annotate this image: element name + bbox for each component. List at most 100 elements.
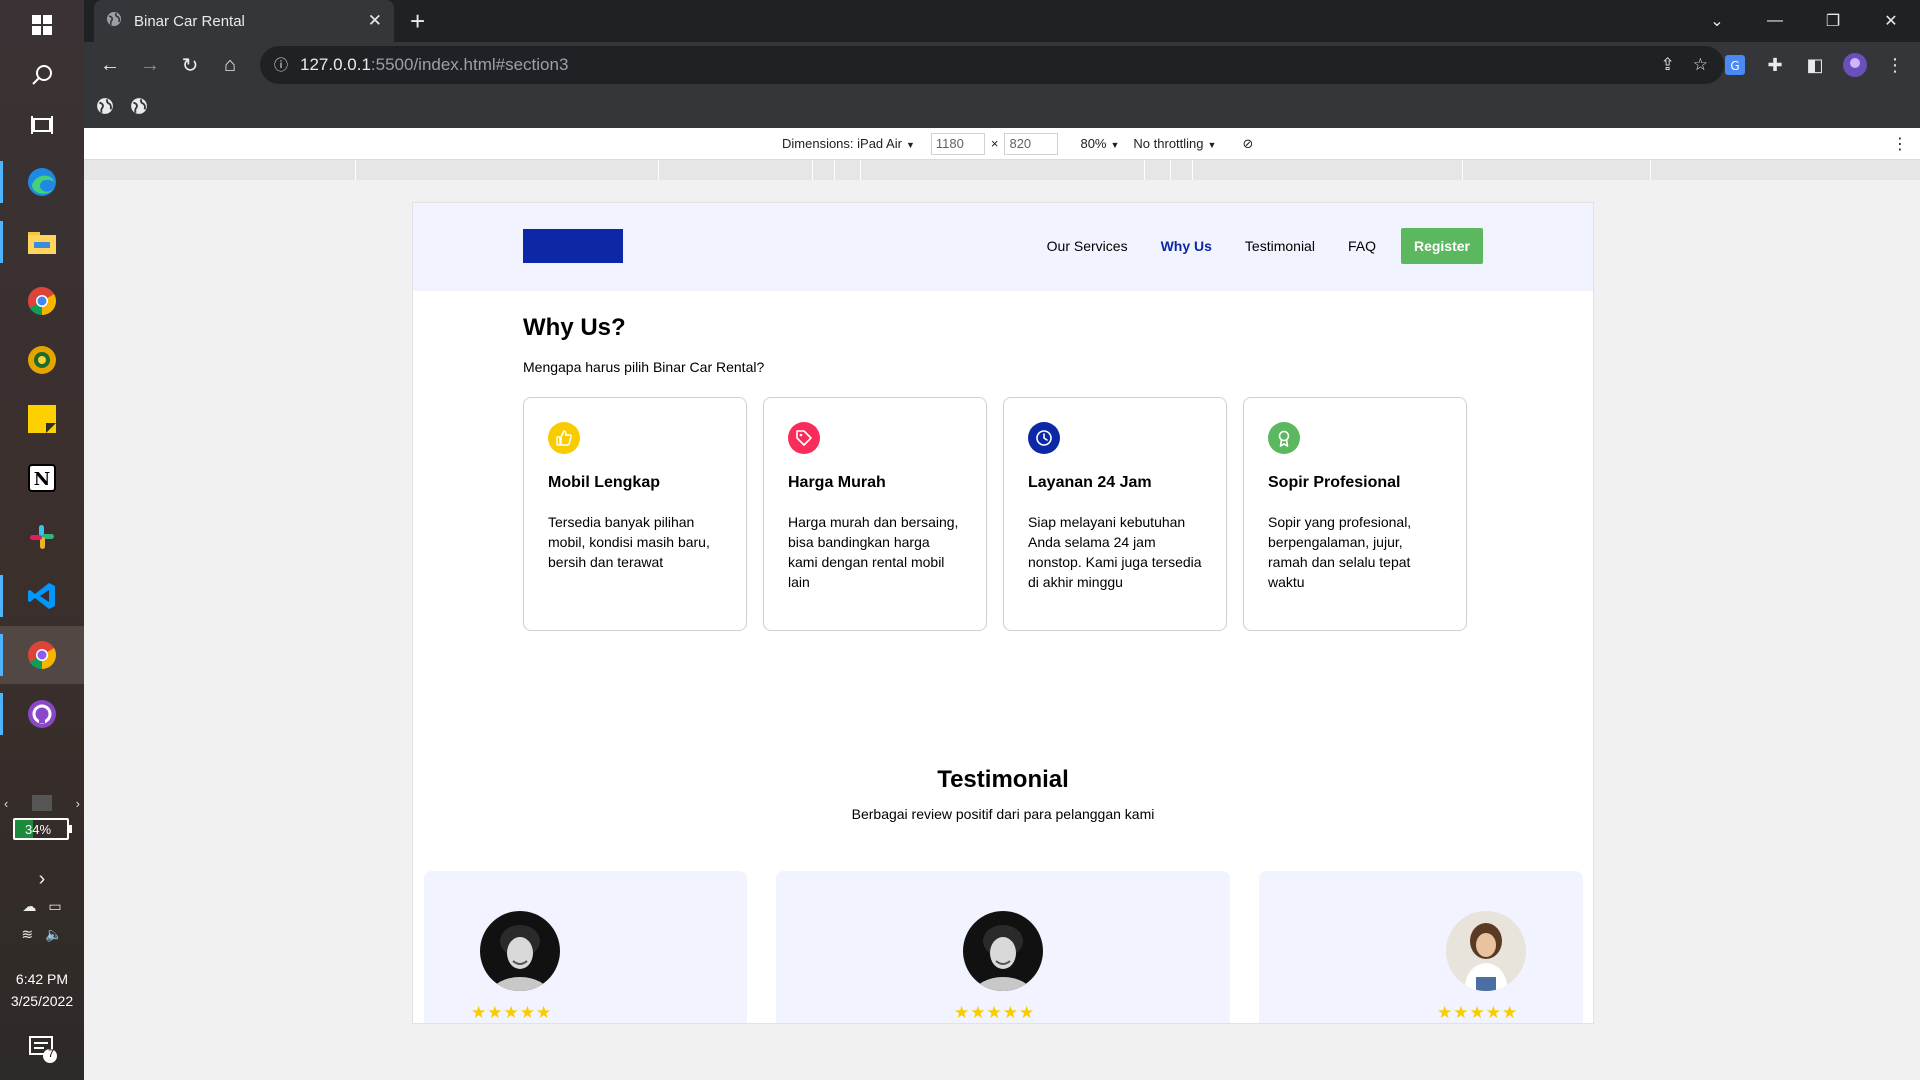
- register-button[interactable]: Register: [1400, 228, 1483, 264]
- testimonial-card: ★★★★★: [1259, 871, 1583, 1023]
- card-title: Mobil Lengkap: [548, 474, 660, 491]
- chrome-active-icon[interactable]: [0, 626, 84, 684]
- task-view-icon[interactable]: [0, 96, 84, 154]
- home-button[interactable]: ⌂: [210, 45, 250, 85]
- sticky-notes-icon[interactable]: [0, 390, 84, 448]
- share-icon[interactable]: ⇪: [1661, 55, 1675, 75]
- site-logo[interactable]: [523, 229, 623, 263]
- tab-title: Binar Car Rental: [134, 12, 245, 30]
- bookmark-star-icon[interactable]: ☆: [1693, 55, 1708, 75]
- card-text: Sopir yang profesional, berpengalaman, j…: [1268, 514, 1412, 590]
- nav-faq[interactable]: FAQ: [1348, 238, 1376, 254]
- tray-row-2: ≋ 🔈: [0, 926, 84, 943]
- scroll-thumb[interactable]: [32, 795, 52, 811]
- toolbar-extensions: G ✚ ◧ ⋮: [1720, 45, 1910, 85]
- dimension-separator: ×: [990, 136, 999, 151]
- device-dimensions-select[interactable]: Dimensions: iPad Air ▼: [782, 136, 915, 151]
- onedrive-icon[interactable]: ☁: [22, 898, 36, 915]
- battery-indicator[interactable]: 34%: [13, 818, 72, 840]
- card-text: Harga murah dan bersaing, bisa bandingka…: [788, 514, 959, 590]
- tab-close-icon[interactable]: ✕: [368, 11, 382, 31]
- card-text: Siap melayani kebutuhan Anda selama 24 j…: [1028, 514, 1202, 590]
- testimonial-card: ★★★★★: [776, 871, 1230, 1023]
- zoom-select[interactable]: 80% ▼: [1080, 136, 1119, 151]
- url-host: 127.0.0.1: [300, 55, 371, 74]
- avatar: [1446, 911, 1526, 991]
- site-nav: Our Services Why Us Testimonial FAQ Regi…: [1047, 228, 1483, 264]
- clock-icon: [1028, 422, 1060, 454]
- show-hidden-icons-chevron-icon[interactable]: ›: [0, 868, 84, 891]
- nav-our-services[interactable]: Our Services: [1047, 238, 1128, 254]
- why-us-title: Why Us?: [523, 314, 626, 341]
- nav-why-us[interactable]: Why Us: [1161, 238, 1212, 254]
- volume-icon[interactable]: 🔈: [45, 926, 62, 943]
- testimonial-title: Testimonial: [937, 766, 1069, 793]
- notification-count: 7: [47, 1048, 55, 1060]
- back-button[interactable]: ←: [90, 45, 130, 85]
- windows-taskbar: N ‹ › 34% › ☁ ▭ ≋ 🔈 6:42 PM 3/25/2022 7: [0, 0, 84, 1080]
- battery-percent: 34%: [25, 821, 52, 837]
- taskbar-scroller[interactable]: ‹ ›: [0, 793, 84, 813]
- card-title: Layanan 24 Jam: [1028, 474, 1152, 491]
- rotate-icon[interactable]: ⊘: [1242, 136, 1253, 152]
- chrome-canary-icon[interactable]: [0, 331, 84, 389]
- bookmark-globe-icon[interactable]: [96, 97, 114, 120]
- forward-button[interactable]: →: [130, 45, 170, 85]
- bookmarks-bar: [84, 88, 1920, 128]
- new-tab-button[interactable]: +: [410, 7, 425, 35]
- vscode-icon[interactable]: [0, 567, 84, 625]
- wifi-icon[interactable]: ≋: [21, 926, 33, 943]
- why-us-section: Why Us? Mengapa harus pilih Binar Car Re…: [523, 314, 1483, 631]
- close-window-button[interactable]: ✕: [1862, 0, 1920, 42]
- why-us-card: Layanan 24 Jam Siap melayani kebutuhan A…: [1003, 397, 1227, 631]
- testimonial-card: ★★★★★: [424, 871, 747, 1023]
- card-title: Sopir Profesional: [1268, 474, 1401, 491]
- testimonial-subtitle: Berbagai review positif dari para pelang…: [851, 806, 1155, 822]
- chrome-icon[interactable]: [0, 272, 84, 330]
- extensions-puzzle-icon[interactable]: ✚: [1760, 45, 1790, 85]
- why-us-cards: Mobil Lengkap Tersedia banyak pilihan mo…: [523, 397, 1483, 631]
- site-header: Our Services Why Us Testimonial FAQ Regi…: [413, 203, 1593, 291]
- scroll-right-icon[interactable]: ›: [76, 796, 80, 811]
- device-toolbar: Dimensions: iPad Air▼ × 80%▼ No throttli…: [84, 128, 1920, 160]
- star-rating: ★★★★★: [1437, 1003, 1519, 1022]
- side-panel-icon[interactable]: ◧: [1800, 45, 1830, 85]
- avatar: [963, 911, 1043, 991]
- throttling-select[interactable]: No throttling ▼: [1133, 136, 1216, 151]
- browser-menu-icon[interactable]: ⋮: [1880, 45, 1910, 85]
- browser-toolbar: ← → ↻ ⌂ ⓘ 127.0.0.1:5500/index.html#sect…: [84, 42, 1920, 88]
- reload-button[interactable]: ↻: [170, 45, 210, 85]
- github-desktop-icon[interactable]: [0, 685, 84, 743]
- notion-icon[interactable]: N: [0, 449, 84, 507]
- file-explorer-icon[interactable]: [0, 213, 84, 271]
- tab-search-chevron-icon[interactable]: ⌄: [1688, 0, 1746, 42]
- globe-icon: [106, 11, 122, 31]
- device-width-input[interactable]: [930, 132, 985, 155]
- browser-tab[interactable]: Binar Car Rental ✕: [94, 0, 394, 42]
- bookmark-globe-icon[interactable]: [130, 97, 148, 120]
- browser-chrome: Binar Car Rental ✕ + ⌄ — ❐ ✕ ← → ↻ ⌂ ⓘ 1…: [84, 0, 1920, 128]
- tab-strip: Binar Car Rental ✕ + ⌄ — ❐ ✕: [84, 0, 1920, 42]
- taskbar-clock[interactable]: 6:42 PM 3/25/2022: [0, 968, 84, 1012]
- device-toolbar-more-icon[interactable]: ⋮: [1892, 134, 1908, 154]
- translate-extension-icon[interactable]: G: [1720, 45, 1750, 85]
- scroll-left-icon[interactable]: ‹: [4, 796, 8, 811]
- notification-center-icon[interactable]: 7: [28, 1034, 58, 1064]
- url-path: :5500/index.html#section3: [370, 55, 569, 74]
- profile-avatar[interactable]: [1840, 45, 1870, 85]
- award-icon: [1268, 422, 1300, 454]
- edge-icon[interactable]: [0, 153, 84, 211]
- media-query-ruler[interactable]: [84, 160, 1920, 180]
- emulated-viewport: Our Services Why Us Testimonial FAQ Regi…: [412, 202, 1594, 1024]
- minimize-button[interactable]: —: [1746, 0, 1804, 42]
- nav-testimonial[interactable]: Testimonial: [1245, 238, 1315, 254]
- battery-icon[interactable]: ▭: [48, 898, 61, 915]
- star-rating: ★★★★★: [471, 1003, 553, 1022]
- clock-time: 6:42 PM: [15, 971, 69, 987]
- restore-button[interactable]: ❐: [1804, 0, 1862, 42]
- site-info-icon[interactable]: ⓘ: [274, 55, 288, 75]
- device-height-input[interactable]: [1004, 132, 1059, 155]
- address-bar[interactable]: ⓘ 127.0.0.1:5500/index.html#section3 ⇪ ☆: [260, 46, 1724, 84]
- slack-icon[interactable]: [0, 508, 84, 566]
- clock-date: 3/25/2022: [10, 993, 74, 1009]
